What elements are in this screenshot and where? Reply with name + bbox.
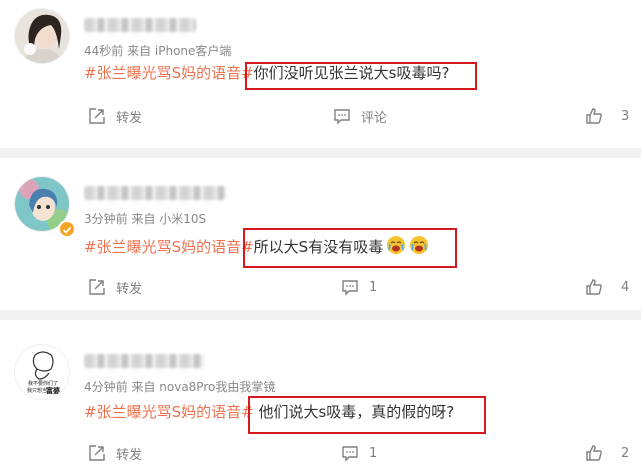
topic-link[interactable]: #张兰曝光骂S妈的语音# (84, 403, 254, 421)
highlight-box (243, 228, 457, 268)
like-icon (586, 108, 602, 124)
comment-count: 1 (369, 445, 378, 461)
repost-button[interactable]: 转发 (88, 271, 142, 303)
comment-meta: 44秒前 来自 iPhone客户端 (84, 44, 232, 58)
comment-icon (334, 109, 350, 125)
action-bar: 转发 1 4 (0, 271, 641, 303)
comment-button[interactable]: 评论 (333, 100, 387, 132)
username-blurred[interactable] (84, 354, 204, 368)
action-bar: 转发 评论 3 (0, 100, 641, 132)
comment-count: 1 (369, 279, 378, 295)
avatar-caption: 富婆 (46, 386, 60, 395)
like-button[interactable]: 3 (585, 100, 629, 132)
like-count: 3 (621, 108, 630, 124)
avatar-caption: 我只想当 (27, 387, 47, 394)
like-icon (586, 445, 602, 461)
repost-button[interactable]: 转发 (88, 437, 142, 469)
like-count: 4 (621, 279, 630, 295)
comment-card-1: 44秒前 来自 iPhone客户端 #张兰曝光骂S妈的语音#你们没听见张兰说大s… (0, 0, 641, 148)
comment-meta: 3分钟前 来自 小米10S (84, 212, 207, 226)
comment-card-3: 我不要你们了 我只想当 富婆 4分钟前 来自 nova8Pro我由我掌镜 #张兰… (0, 320, 641, 471)
username-blurred[interactable] (84, 186, 226, 200)
repost-label: 转发 (116, 447, 143, 463)
like-icon (586, 279, 602, 295)
repost-label: 转发 (116, 110, 143, 126)
topic-link[interactable]: #张兰曝光骂S妈的语音# (84, 238, 254, 256)
username-blurred[interactable] (84, 18, 196, 32)
comment-button[interactable]: 1 (341, 437, 377, 469)
comment-label: 评论 (361, 110, 388, 126)
like-button[interactable]: 2 (585, 437, 629, 469)
comment-meta: 4分钟前 来自 nova8Pro我由我掌镜 (84, 380, 276, 394)
separator (0, 148, 641, 158)
highlight-box (245, 62, 477, 90)
verified-badge-icon (58, 220, 76, 238)
repost-icon (89, 279, 105, 295)
repost-button[interactable]: 转发 (88, 100, 142, 132)
comment-card-2: 3分钟前 来自 小米10S #张兰曝光骂S妈的语音#所以大S有没有吸毒 转发 1… (0, 158, 641, 310)
action-bar: 转发 1 2 (0, 437, 641, 469)
like-button[interactable]: 4 (585, 271, 629, 303)
repost-icon (89, 108, 105, 124)
topic-link[interactable]: #张兰曝光骂S妈的语音# (84, 64, 254, 82)
repost-icon (89, 445, 105, 461)
avatar-caption: 我不要你们了 (28, 380, 58, 387)
like-count: 2 (621, 445, 630, 461)
comment-button[interactable]: 1 (341, 271, 377, 303)
comment-icon (342, 280, 358, 296)
repost-label: 转发 (116, 281, 143, 297)
avatar[interactable] (14, 8, 70, 64)
comment-icon (342, 446, 358, 462)
separator (0, 310, 641, 320)
avatar[interactable]: 我不要你们了 我只想当 富婆 (14, 344, 70, 400)
highlight-box (248, 396, 486, 434)
